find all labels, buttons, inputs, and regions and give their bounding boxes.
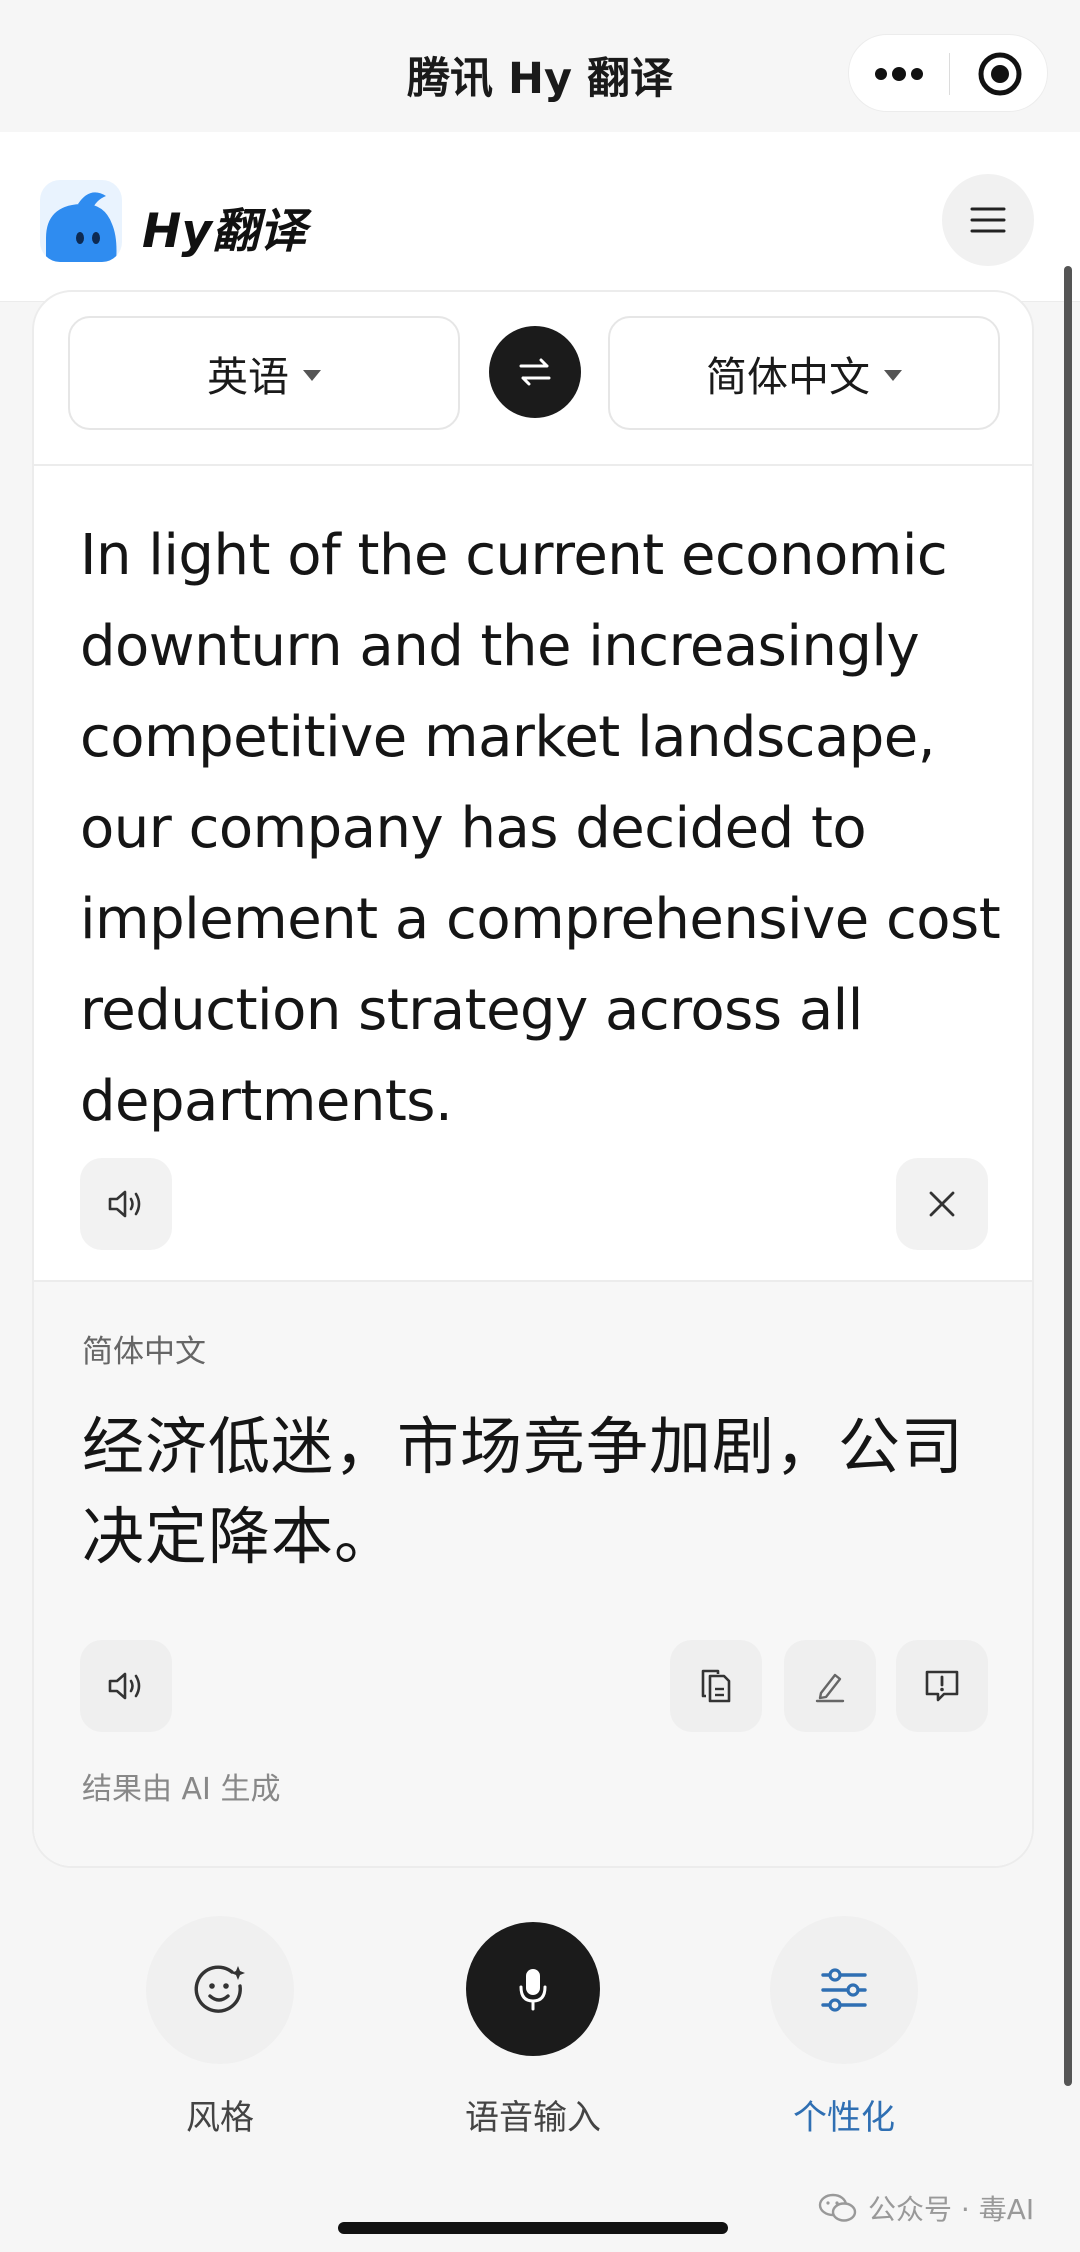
smiley-icon — [194, 1965, 245, 2013]
caret-down-icon — [303, 369, 321, 381]
watermark: 公众号 · 毒AI — [818, 2188, 1034, 2228]
translation-result-area: 简体中文 经济低迷，市场竞争加剧，公司决定降本。 结果由 AI 生成 — [34, 1282, 1032, 1866]
source-speak-button[interactable] — [80, 1158, 172, 1250]
source-language-select[interactable]: 英语 — [68, 316, 460, 430]
microphone-icon — [519, 1969, 547, 2011]
sliders-icon — [821, 1968, 867, 2012]
app-name: Hy翻译 — [142, 204, 306, 259]
edit-icon — [815, 1673, 845, 1703]
copy-icon — [701, 1669, 731, 1703]
home-indicator — [338, 2222, 728, 2234]
scrollbar[interactable] — [1064, 266, 1072, 2086]
target-language-select[interactable]: 简体中文 — [608, 316, 1000, 430]
clear-input-button[interactable] — [896, 1158, 988, 1250]
app-logo — [40, 180, 122, 262]
style-label: 风格 — [186, 2098, 254, 2138]
swap-icon — [519, 358, 551, 386]
voice-input-button[interactable] — [466, 1922, 600, 2056]
translated-text: 经济低迷，市场竞争加剧，公司决定降本。 — [82, 1410, 965, 1573]
close-icon — [929, 1191, 955, 1217]
edit-button[interactable] — [784, 1640, 876, 1732]
watermark-text: 公众号 · 毒AI — [868, 2193, 1035, 2226]
output-language-label: 简体中文 — [82, 1334, 206, 1370]
miniapp-nav-bar: 腾讯 Hy 翻译 — [0, 0, 1080, 132]
more-icon — [875, 67, 923, 81]
personalize-label: 个性化 — [793, 2098, 895, 2138]
menu-icon — [970, 207, 1006, 233]
target-language-label: 简体中文 — [706, 353, 870, 401]
feedback-icon — [925, 1670, 959, 1702]
app-header: Hy翻译 — [0, 132, 1080, 302]
result-speak-button[interactable] — [80, 1640, 172, 1732]
source-language-label: 英语 — [207, 353, 289, 401]
miniapp-capsule — [848, 34, 1048, 112]
language-selector-row: 英语 简体中文 — [34, 292, 1032, 464]
speaker-icon — [108, 1672, 141, 1700]
personalize-button[interactable] — [770, 1916, 918, 2064]
voice-input-label: 语音输入 — [465, 2098, 601, 2138]
copy-button[interactable] — [670, 1640, 762, 1732]
menu-button[interactable] — [942, 174, 1034, 266]
translation-card: 英语 简体中文 In light of the current economic… — [32, 290, 1034, 1868]
source-text-area[interactable]: In light of the current economic downtur… — [34, 464, 1032, 1282]
source-text[interactable]: In light of the current economic downtur… — [80, 510, 1010, 1147]
target-icon — [978, 52, 1021, 96]
speaker-icon — [108, 1190, 141, 1218]
wechat-icon — [818, 2193, 857, 2222]
feedback-button[interactable] — [896, 1640, 988, 1732]
capsule-more-button[interactable] — [849, 35, 949, 113]
capsule-close-button[interactable] — [950, 35, 1049, 113]
style-button[interactable] — [146, 1916, 294, 2064]
swap-languages-button[interactable] — [489, 326, 581, 418]
ai-generated-notice: 结果由 AI 生成 — [82, 1772, 281, 1807]
caret-down-icon — [884, 369, 902, 381]
logo-mascot-icon — [40, 180, 122, 262]
